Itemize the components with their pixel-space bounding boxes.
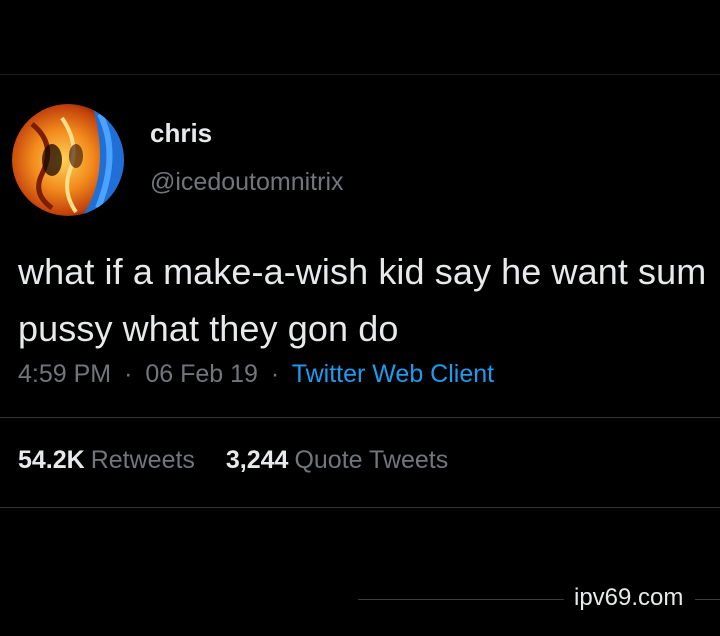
stats-top-divider [0,417,720,418]
meta-separator: · [270,360,280,388]
tweet-text: what if a make-a-wish kid say he want su… [18,251,707,349]
author-handle[interactable]: @icedoutomnitrix [150,168,344,197]
tweet-metadata: 4:59 PM · 06 Feb 19 · Twitter Web Client [18,360,494,389]
top-divider [0,74,720,75]
tweet-stats: 54.2K Retweets 3,244 Quote Tweets [18,446,472,475]
retweets-count: 54.2K [18,446,85,474]
meta-separator: · [124,360,133,388]
quotes-count: 3,244 [225,446,289,474]
tweet-date[interactable]: 06 Feb 19 [145,360,258,388]
tweet-client-link[interactable]: Twitter Web Client [292,360,494,388]
quote-tweets-stat[interactable]: 3,244 Quote Tweets [226,446,448,474]
tweet-time[interactable]: 4:59 PM [18,360,111,388]
watermark-text: ipv69.com [564,584,696,612]
retweets-stat[interactable]: 54.2K Retweets [18,446,202,474]
avatar-image [12,104,124,216]
profile-avatar[interactable] [12,104,124,216]
quotes-label: Quote Tweets [294,446,449,474]
author-display-name[interactable]: chris [150,118,212,149]
retweets-label: Retweets [90,446,195,474]
stats-bottom-divider [0,507,720,508]
